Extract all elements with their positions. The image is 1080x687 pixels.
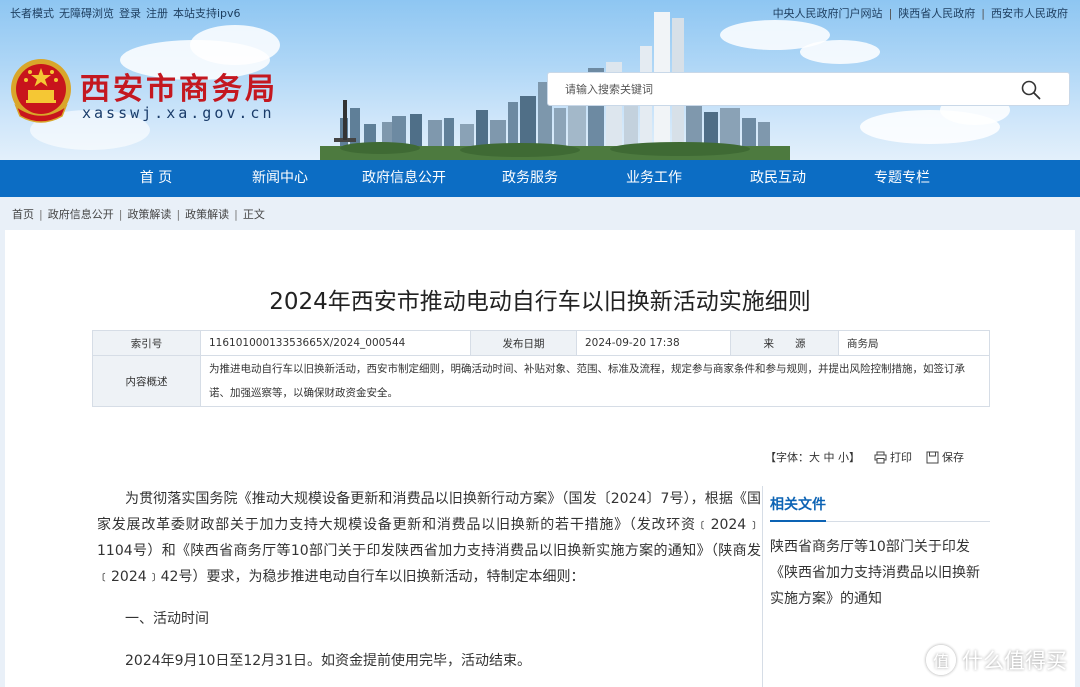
font-small-button[interactable]: 小 — [838, 451, 849, 464]
source-value: 商务局 — [838, 330, 990, 356]
cloud-decoration — [800, 40, 880, 64]
breadcrumb: 首页 | 政府信息公开 | 政策解读 | 政策解读 | 正文 — [12, 206, 265, 222]
article-body: 为贯彻落实国务院《推动大规模设备更新和消费品以旧换新行动方案》（国发〔2024〕… — [97, 486, 761, 674]
breadcrumb-separator: | — [39, 208, 43, 221]
cloud-decoration — [190, 25, 280, 65]
login-link[interactable]: 登录 — [119, 7, 141, 20]
link-separator: | — [888, 7, 893, 20]
shaanxi-gov-link[interactable]: 陕西省人民政府 — [898, 7, 975, 20]
nav-topics[interactable]: 专题专栏 — [850, 160, 954, 197]
nav-news[interactable]: 新闻中心 — [228, 160, 332, 197]
font-size-prefix: 【字体： — [765, 451, 809, 464]
source-label: 来 源 — [730, 330, 839, 356]
date-label: 发布日期 — [470, 330, 577, 356]
elder-mode-link[interactable]: 长者模式 — [10, 7, 54, 20]
breadcrumb-current: 正文 — [242, 208, 265, 221]
summary-label: 内容概述 — [92, 355, 201, 407]
nav-services[interactable]: 政务服务 — [478, 160, 582, 197]
font-medium-button[interactable]: 中 — [824, 451, 835, 464]
index-label: 索引号 — [92, 330, 201, 356]
link-separator: | — [981, 7, 985, 20]
article-tools: 【字体：大 中 小】 打印 保存 — [765, 449, 964, 465]
article-paragraph: 2024年9月10日至12月31日。如资金提前使用完毕，活动结束。 — [125, 653, 531, 669]
save-label: 保存 — [942, 451, 964, 464]
article-paragraph: 为贯彻落实国务院《推动大规模设备更新和消费品以旧换新行动方案》（国发〔2024〕… — [97, 491, 761, 585]
article-title: 2024年西安市推动电动自行车以旧换新活动实施细则 — [269, 289, 811, 315]
accessibility-link[interactable]: 无障碍浏览 — [59, 7, 114, 20]
breadcrumb-policy-sub[interactable]: 政策解读 — [185, 208, 229, 221]
top-links-left: 长者模式 无障碍浏览 登录 注册 本站支持ipv6 — [10, 5, 246, 21]
article-info-table: 索引号 11610100013353665X/2024_000544 发布日期 … — [92, 330, 990, 407]
search-box — [547, 72, 1070, 106]
search-icon[interactable] — [1021, 80, 1041, 100]
section-heading: 一、活动时间 — [125, 611, 209, 627]
nav-interaction[interactable]: 政民互动 — [726, 160, 830, 197]
print-label: 打印 — [890, 451, 912, 464]
breadcrumb-home[interactable]: 首页 — [12, 208, 34, 221]
related-file-link[interactable]: 陕西省商务厅等10部门关于印发《陕西省加力支持消费品以旧换新实施方案》的通知 — [770, 534, 992, 612]
breadcrumb-separator: | — [176, 208, 181, 221]
sidebar-divider — [762, 486, 763, 687]
site-header: 长者模式 无障碍浏览 登录 注册 本站支持ipv6 中央人民政府门户网站 | 陕西省人民政府… — [0, 0, 1080, 160]
breadcrumb-policy[interactable]: 政策解读 — [127, 208, 171, 221]
national-emblem-icon — [11, 59, 71, 123]
index-value: 11610100013353665X/2024_000544 — [200, 330, 471, 356]
watermark-text: 什么值得买 — [962, 649, 1067, 673]
print-icon — [874, 451, 887, 464]
search-input[interactable] — [548, 73, 1008, 105]
article-container: 2024年西安市推动电动自行车以旧换新活动实施细则 索引号 1161010001… — [5, 230, 1075, 687]
breadcrumb-separator: | — [234, 208, 238, 221]
site-domain: xasswj.xa.gov.cn — [82, 104, 275, 122]
breadcrumb-separator: | — [118, 208, 123, 221]
font-size-suffix: 】 — [849, 451, 860, 464]
top-links-right: 中央人民政府门户网站 | 陕西省人民政府 | 西安市人民政府 — [773, 5, 1068, 21]
xian-gov-link[interactable]: 西安市人民政府 — [991, 7, 1068, 20]
nav-business[interactable]: 业务工作 — [602, 160, 706, 197]
date-value: 2024-09-20 17:38 — [576, 330, 731, 356]
watermark-logo-icon: 值 — [926, 645, 956, 675]
font-large-button[interactable]: 大 — [809, 451, 820, 464]
nav-gov-info[interactable]: 政府信息公开 — [348, 160, 460, 197]
register-link[interactable]: 注册 — [146, 7, 168, 20]
related-files-title: 相关文件 — [770, 494, 826, 522]
save-icon — [926, 451, 939, 464]
site-title[interactable]: 西安市商务局 — [80, 64, 278, 108]
breadcrumb-gov-info[interactable]: 政府信息公开 — [48, 208, 114, 221]
print-button[interactable]: 打印 — [874, 451, 912, 464]
ipv6-notice: 本站支持ipv6 — [173, 7, 241, 20]
save-button[interactable]: 保存 — [926, 451, 964, 464]
summary-value: 为推进电动自行车以旧换新活动，西安市制定细则，明确活动时间、补贴对象、范围、标准… — [200, 355, 990, 407]
main-nav: 首 页 新闻中心 政府信息公开 政务服务 业务工作 政民互动 专题专栏 — [0, 160, 1080, 197]
nav-home[interactable]: 首 页 — [104, 160, 208, 197]
watermark: 值 什么值得买 — [926, 645, 1067, 675]
